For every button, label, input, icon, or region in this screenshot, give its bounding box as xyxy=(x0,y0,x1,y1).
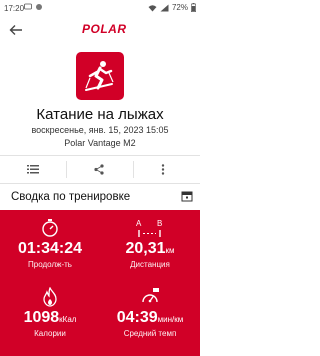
calories-unit: кКал xyxy=(59,315,77,324)
speedometer-icon xyxy=(142,288,159,303)
distance-letter-b: B xyxy=(157,219,162,228)
status-right: 72% xyxy=(148,3,196,12)
back-arrow-icon[interactable] xyxy=(8,22,24,38)
list-icon xyxy=(27,165,39,174)
stat-calories: 1098кКал Калории xyxy=(0,287,100,338)
share-icon xyxy=(94,164,104,175)
workout-title: Катание на лыжах xyxy=(36,106,164,123)
pace-label: Средний темп xyxy=(123,329,177,338)
stopwatch-icon xyxy=(42,219,58,237)
wifi-icon xyxy=(148,4,157,11)
stat-distance: A B 20,31км Дистанция xyxy=(100,218,200,269)
summary-title: Сводка по тренировке xyxy=(11,191,131,203)
duration-value: 01:34:24 xyxy=(17,240,83,257)
actions-bar xyxy=(0,155,200,184)
polar-logo: POLAR xyxy=(82,22,127,36)
status-time: 17:20 xyxy=(4,4,25,13)
summary-header: Сводка по тренировке xyxy=(0,187,200,209)
message-icon xyxy=(24,3,32,10)
workout-device: Polar Vantage M2 xyxy=(64,138,136,148)
status-notification-icons xyxy=(24,3,43,11)
app-bar: POLAR xyxy=(0,17,200,42)
status-bar: 17:20 72% xyxy=(0,0,200,17)
distance-value: 20,31 xyxy=(125,240,166,257)
share-button[interactable] xyxy=(67,156,133,183)
list-button[interactable] xyxy=(0,156,66,183)
battery-percent: 72% xyxy=(171,3,188,12)
pace-value: 04:39 xyxy=(116,309,158,326)
signal-icon xyxy=(160,4,169,11)
stats-panel: 01:34:24 Продолж-ть A B 20,31км Дистанци… xyxy=(0,210,200,356)
calendar-icon[interactable] xyxy=(181,190,193,202)
distance-icon: A B xyxy=(136,219,162,237)
stat-duration: 01:34:24 Продолж-ть xyxy=(0,218,100,269)
workout-datetime: воскресенье, янв. 15, 2023 15:05 xyxy=(31,125,169,135)
battery-icon xyxy=(191,3,196,12)
distance-unit: км xyxy=(165,246,175,255)
cloud-icon xyxy=(36,4,42,10)
distance-letter-a: A xyxy=(136,219,142,228)
stat-pace: 04:39мин/км Средний темп xyxy=(100,287,200,338)
calories-value: 1098 xyxy=(23,309,60,326)
pace-unit: мин/км xyxy=(157,315,184,324)
calories-label: Калории xyxy=(34,329,66,338)
skiing-icon xyxy=(76,52,124,100)
more-vert-icon xyxy=(161,164,165,175)
duration-label: Продолж-ть xyxy=(28,260,72,269)
more-button[interactable] xyxy=(134,156,200,183)
distance-label: Дистанция xyxy=(130,260,170,269)
flame-icon xyxy=(43,287,57,307)
